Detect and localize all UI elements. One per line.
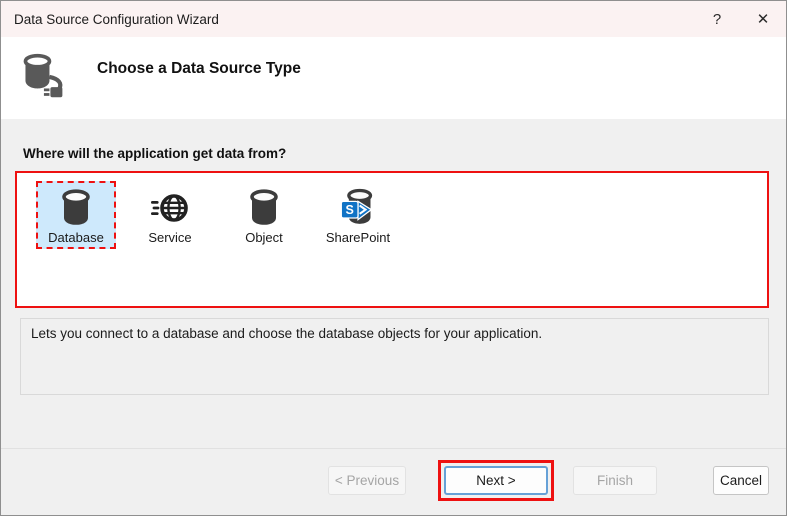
sharepoint-icon: S	[338, 187, 378, 229]
next-button[interactable]: Next >	[444, 466, 548, 495]
title-bar: Data Source Configuration Wizard ? ✕	[1, 1, 786, 37]
database-icon	[60, 187, 92, 229]
question-label: Where will the application get data from…	[23, 146, 286, 161]
page-title: Choose a Data Source Type	[97, 60, 301, 78]
data-source-configuration-wizard-dialog: Data Source Configuration Wizard ? ✕ Cho…	[0, 0, 787, 516]
source-item-object[interactable]: Object	[224, 181, 304, 249]
source-item-label: SharePoint	[326, 230, 390, 245]
source-item-label: Database	[48, 230, 104, 245]
wizard-footer: < Previous Next > Finish Cancel	[1, 448, 786, 515]
svg-text:S: S	[345, 203, 353, 217]
finish-button: Finish	[573, 466, 657, 495]
cancel-button[interactable]: Cancel	[713, 466, 769, 495]
source-item-service[interactable]: Service	[130, 181, 210, 249]
source-item-sharepoint[interactable]: S SharePoint	[318, 181, 398, 249]
service-icon	[150, 187, 190, 229]
wizard-header: Choose a Data Source Type	[1, 37, 786, 119]
window-title: Data Source Configuration Wizard	[1, 12, 694, 27]
next-button-highlight: Next >	[438, 460, 554, 501]
data-source-list: Database	[15, 171, 769, 308]
object-icon	[248, 187, 280, 229]
source-description: Lets you connect to a database and choos…	[20, 318, 769, 395]
help-button[interactable]: ?	[694, 1, 740, 37]
source-item-label: Service	[148, 230, 191, 245]
source-item-label: Object	[245, 230, 283, 245]
database-plug-icon	[19, 52, 67, 100]
close-button[interactable]: ✕	[740, 1, 786, 37]
previous-button: < Previous	[328, 466, 406, 495]
wizard-content: Where will the application get data from…	[1, 119, 786, 448]
source-item-database[interactable]: Database	[36, 181, 116, 249]
